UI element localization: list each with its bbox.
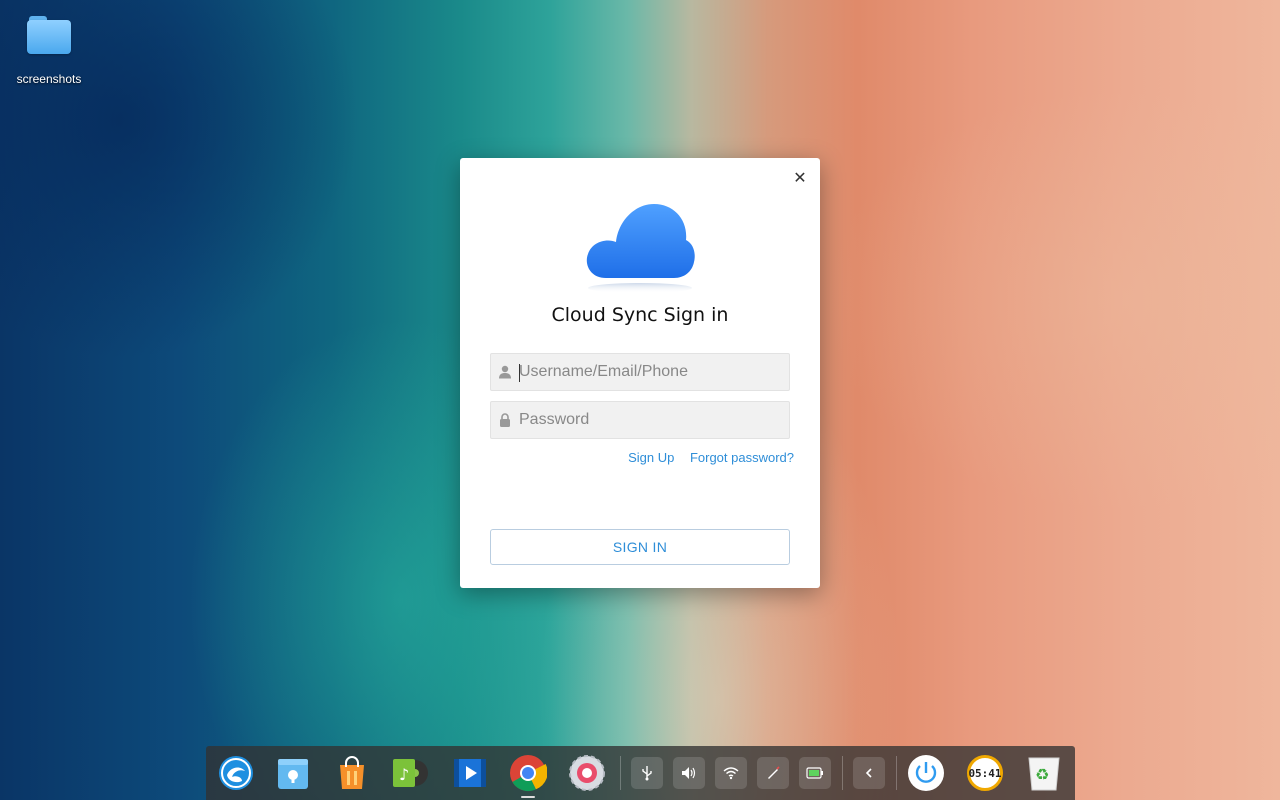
user-icon [491, 365, 519, 379]
account-links: Sign Up Forgot password? [460, 450, 794, 465]
dock-separator [896, 756, 897, 790]
chevron-left-icon[interactable] [853, 757, 885, 789]
dialog-title: Cloud Sync Sign in [551, 304, 729, 326]
close-icon[interactable]: ✕ [790, 168, 810, 188]
desktop-icon-label: screenshots [16, 72, 82, 86]
dock-separator [842, 756, 843, 790]
usb-icon[interactable] [631, 757, 663, 789]
battery-icon[interactable] [799, 757, 831, 789]
pen-icon[interactable] [757, 757, 789, 789]
active-indicator [521, 796, 535, 798]
chrome-icon[interactable] [508, 753, 548, 793]
deepin-launcher-icon[interactable] [216, 753, 256, 793]
sign-up-link[interactable]: Sign Up [628, 450, 674, 465]
sign-in-button[interactable]: SIGN IN [490, 529, 790, 565]
text-caret [519, 364, 520, 382]
cloud-icon [586, 204, 695, 293]
settings-icon[interactable] [567, 753, 607, 793]
svg-text:♻: ♻ [1035, 765, 1049, 784]
svg-text:♪: ♪ [399, 765, 409, 784]
file-vault-icon[interactable] [273, 753, 313, 793]
video-player-icon[interactable] [450, 753, 490, 793]
desktop-icon-screenshots[interactable]: screenshots [8, 12, 90, 86]
forgot-password-link[interactable]: Forgot password? [690, 450, 794, 465]
wifi-icon[interactable] [715, 757, 747, 789]
dock-separator [620, 756, 621, 790]
username-input[interactable] [519, 354, 789, 390]
music-icon[interactable]: ♪ [390, 753, 430, 793]
password-field[interactable] [490, 401, 790, 439]
lock-icon [491, 413, 519, 427]
cloud-sync-dialog: ✕ Cloud Sync Sign in Sign Up Fo [460, 158, 820, 588]
app-store-icon[interactable] [332, 753, 372, 793]
dock: ♪ 05:41 ♻ [206, 746, 1075, 800]
clock-widget[interactable]: 05:41 [965, 753, 1005, 793]
folder-icon [27, 12, 71, 54]
power-icon[interactable] [906, 753, 946, 793]
trash-icon[interactable]: ♻ [1024, 753, 1064, 793]
volume-icon[interactable] [673, 757, 705, 789]
password-input[interactable] [519, 402, 789, 438]
clock-text: 05:41 [967, 755, 1003, 791]
username-field[interactable] [490, 353, 790, 391]
